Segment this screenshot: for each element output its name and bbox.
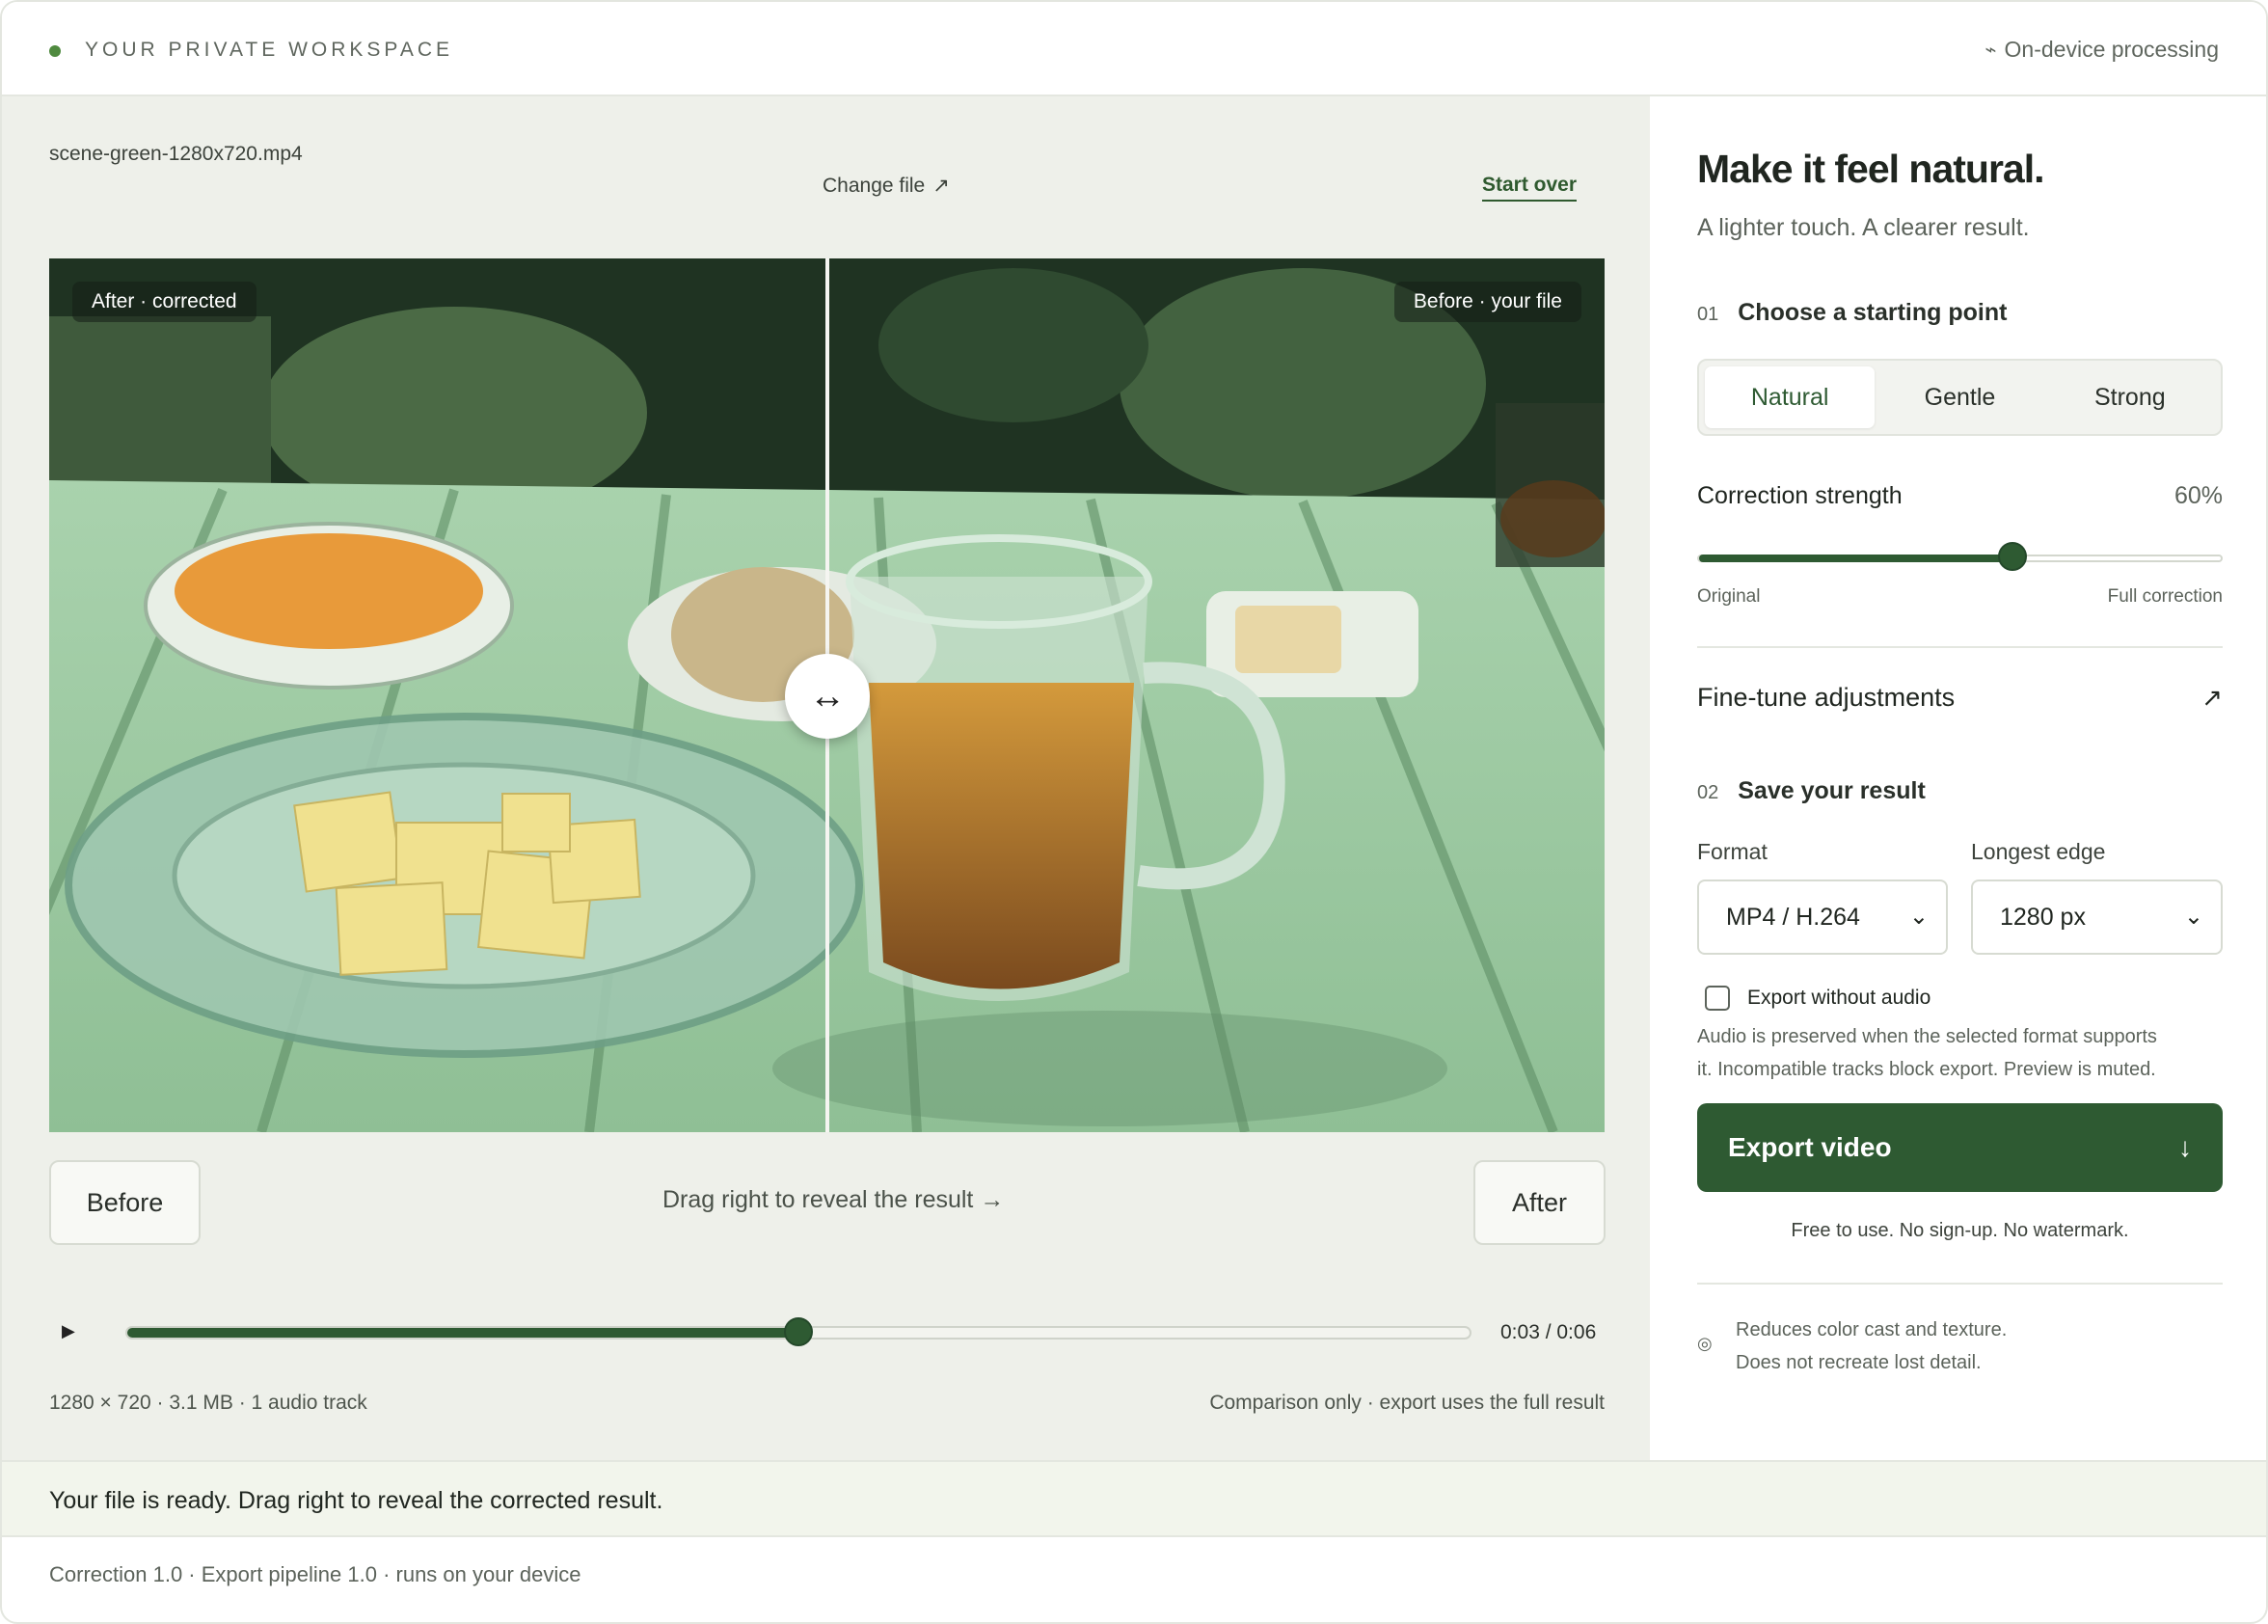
export-video-label: Export video — [1728, 1132, 1892, 1162]
compare-stage[interactable]: After · corrected Before · your file ↔ — [49, 258, 1605, 1132]
compare-handle[interactable]: ↔ — [785, 654, 870, 739]
top-bar: YOUR PRIVATE WORKSPACE ⌁ On-device proce… — [2, 2, 2266, 96]
disclaimer-line-2: Does not recreate lost detail. — [1736, 1352, 1982, 1373]
change-file-link[interactable]: Change file ↗ — [823, 174, 950, 198]
after-chip: After · corrected — [72, 282, 256, 322]
drag-arrows-icon: ↔ — [809, 675, 846, 717]
preset-gentle[interactable]: Gentle — [1875, 366, 2044, 428]
longest-edge-value: 1280 px — [2000, 903, 2086, 931]
workspace-title: YOUR PRIVATE WORKSPACE — [85, 39, 454, 61]
status-bar: Your file is ready. Drag right to reveal… — [2, 1460, 2266, 1537]
change-file-label: Change file — [823, 174, 926, 197]
preset-natural[interactable]: Natural — [1705, 366, 1876, 428]
target-icon: ◎ — [1697, 1334, 1713, 1353]
play-button[interactable]: ▶ — [62, 1321, 75, 1341]
fine-tune-toggle[interactable]: Fine-tune adjustments ↗ — [1697, 683, 2223, 713]
longest-edge-select[interactable]: 1280 px ⌄ — [1971, 880, 2223, 955]
step-1-number: 01 — [1697, 304, 1719, 325]
panel-subtitle: A lighter touch. A clearer result. — [1697, 214, 2030, 241]
audio-note-line-1: Audio is preserved when the selected for… — [1697, 1026, 2157, 1047]
on-device-label: On-device processing — [2004, 37, 2219, 62]
format-select[interactable]: MP4 / H.264 ⌄ — [1697, 880, 1948, 955]
format-value: MP4 / H.264 — [1726, 903, 1860, 931]
export-video-button[interactable]: Export video ↓ — [1697, 1103, 2223, 1192]
panel-title: Make it feel natural. — [1697, 147, 2045, 191]
file-meta: 1280 × 720 · 3.1 MB · 1 audio track — [49, 1392, 367, 1414]
spark-icon: ⌁ — [1984, 40, 1997, 61]
settings-panel: Make it feel natural. A lighter touch. A… — [1650, 96, 2266, 1460]
step-2-label: Save your result — [1738, 777, 1926, 804]
arrow-up-right-icon: ↗ — [2201, 683, 2223, 712]
free-note: Free to use. No sign-up. No watermark. — [1791, 1220, 2129, 1241]
divider — [1697, 1283, 2223, 1285]
version-footer: Correction 1.0 · Export pipeline 1.0 · r… — [49, 1562, 581, 1586]
start-over-link[interactable]: Start over — [1482, 174, 1578, 202]
step-1-heading: 01 Choose a starting point — [1697, 299, 2223, 327]
export-without-audio-checkbox[interactable] — [1705, 986, 1730, 1011]
status-message: Your file is ready. Drag right to reveal… — [49, 1487, 663, 1514]
audio-note-line-2: it. Incompatible tracks block export. Pr… — [1697, 1059, 2156, 1080]
comparison-note: Comparison only · export uses the full r… — [1209, 1392, 1605, 1414]
strength-slider[interactable] — [1697, 542, 2223, 571]
strength-fill — [1699, 555, 2012, 562]
after-button[interactable]: After — [1473, 1160, 1606, 1245]
download-icon: ↓ — [2178, 1132, 2192, 1162]
divider — [1697, 646, 2223, 648]
longest-edge-label: Longest edge — [1971, 839, 2106, 864]
before-chip: Before · your file — [1393, 282, 1581, 322]
preset-strong[interactable]: Strong — [2045, 366, 2215, 428]
before-button[interactable]: Before — [49, 1160, 201, 1245]
step-1-label: Choose a starting point — [1738, 299, 2008, 326]
play-icon: ▶ — [62, 1321, 75, 1340]
timecode: 0:03 / 0:06 — [1500, 1321, 1597, 1343]
chevron-down-icon: ⌄ — [1908, 904, 1929, 930]
preset-selector: Natural Gentle Strong — [1697, 359, 2223, 436]
disclaimer-line-1: Reduces color cast and texture. — [1736, 1319, 2008, 1340]
status-dot — [49, 45, 61, 57]
playback-progress — [127, 1328, 798, 1338]
drag-hint: Drag right to reveal the result → — [662, 1186, 1005, 1213]
export-without-audio-label[interactable]: Export without audio — [1747, 987, 1930, 1010]
step-2-heading: 02 Save your result — [1697, 777, 2223, 805]
app-window: YOUR PRIVATE WORKSPACE ⌁ On-device proce… — [0, 0, 2268, 1624]
preview-pane: scene-green-1280x720.mp4 Change file ↗ S… — [2, 96, 1650, 1460]
fine-tune-label: Fine-tune adjustments — [1697, 683, 1956, 712]
disclaimer: ◎ Reduces color cast and texture. Does n… — [1697, 1313, 2223, 1379]
playback-thumb[interactable] — [784, 1317, 813, 1346]
export-without-audio-row: Export without audio — [1697, 986, 2223, 1011]
strength-value: 60% — [2174, 482, 2223, 509]
step-2-number: 02 — [1697, 782, 1719, 803]
strength-thumb[interactable] — [1997, 542, 2027, 571]
audio-note: Audio is preserved when the selected for… — [1697, 1020, 2223, 1086]
on-device-indicator: ⌁ On-device processing — [1985, 37, 2220, 63]
file-name: scene-green-1280x720.mp4 — [49, 143, 303, 165]
chevron-down-icon: ⌄ — [2183, 904, 2203, 930]
playback-scrubber[interactable] — [125, 1317, 1472, 1346]
external-arrow-icon: ↗ — [932, 175, 950, 197]
strength-max-label: Full correction — [2107, 586, 2223, 607]
